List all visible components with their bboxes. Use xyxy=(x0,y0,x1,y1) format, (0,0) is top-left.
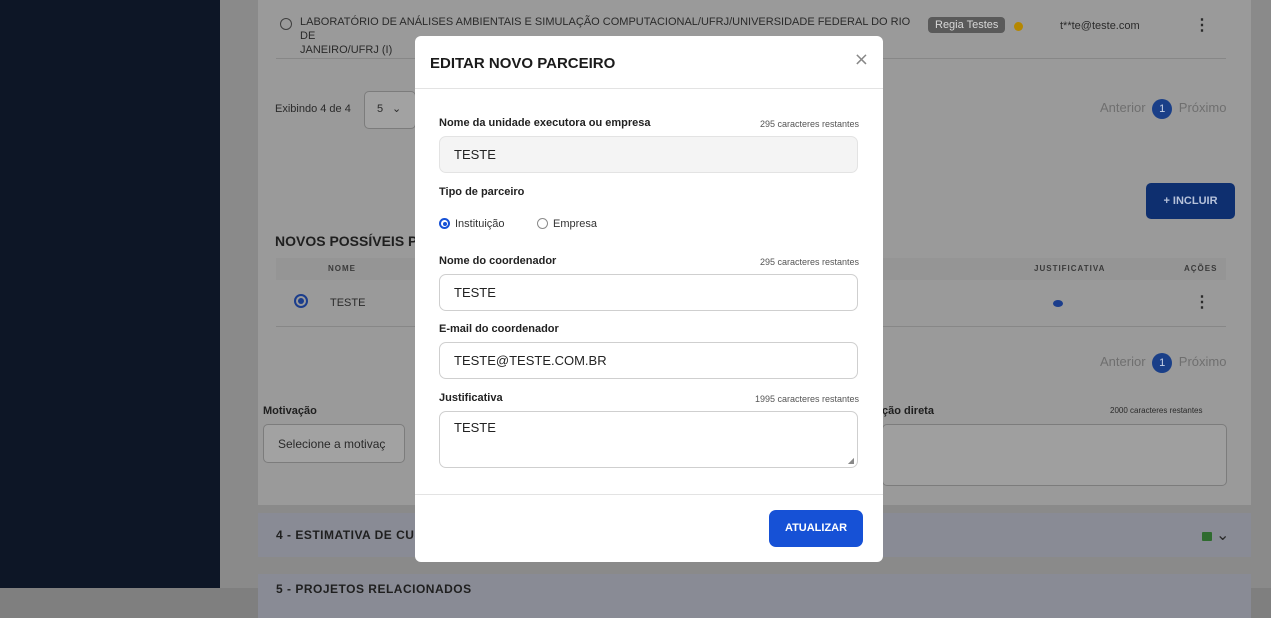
showing-count: Exibindo 4 de 4 xyxy=(275,103,351,115)
row-radio[interactable] xyxy=(294,294,308,308)
accordion-title: 5 - PROJETOS RELACIONADOS xyxy=(276,582,472,596)
resize-handle-icon[interactable]: ◢ xyxy=(848,456,854,465)
accordion-projetos[interactable]: 5 - PROJETOS RELACIONADOS xyxy=(258,574,1251,618)
coordinator-name-field[interactable]: TESTE xyxy=(439,274,858,311)
tipo-option-label: Instituição xyxy=(455,218,505,230)
lock-icon xyxy=(1202,532,1212,541)
pagination-bottom: Anterior 1 Próximo xyxy=(1100,353,1226,373)
chevron-down-icon: ⌄ xyxy=(1216,527,1230,544)
tipo-option-empresa[interactable]: Empresa xyxy=(537,218,597,230)
radio-unselected-icon xyxy=(537,218,548,229)
update-button[interactable]: ATUALIZAR xyxy=(769,510,863,547)
modal-title: EDITAR NOVO PARCEIRO xyxy=(430,55,616,72)
justificativa-label: Justificativa xyxy=(439,392,503,404)
motivacao-label: Motivação xyxy=(263,405,317,417)
coordinator-email-field[interactable]: TESTE@TESTE.COM.BR xyxy=(439,342,858,379)
col-acoes: AÇÕES xyxy=(1184,264,1218,273)
modal-footer-divider xyxy=(415,494,883,495)
row-name: TESTE xyxy=(330,297,366,309)
unit-name-field[interactable]: TESTE xyxy=(439,136,858,173)
unit-counter: 295 caracteres restantes xyxy=(759,119,859,129)
prev-page-link[interactable]: Anterior xyxy=(1100,354,1146,369)
chevron-down-icon: ⌄ xyxy=(392,103,402,115)
page-number[interactable]: 1 xyxy=(1152,99,1173,119)
tipo-option-label: Empresa xyxy=(553,218,598,230)
prev-page-link[interactable]: Anterior xyxy=(1100,100,1146,115)
coordinator-badge: Regia Testes xyxy=(928,17,1006,33)
page-size-select[interactable]: 5 ⌄ xyxy=(364,91,416,129)
motivacao-placeholder: Selecione a motivaç xyxy=(278,437,386,451)
include-button[interactable]: + INCLUIR xyxy=(1146,183,1235,219)
partner-radio[interactable] xyxy=(280,18,292,30)
contratacao-textarea[interactable] xyxy=(882,424,1227,486)
email-label: E-mail do coordenador xyxy=(439,323,559,335)
sidebar xyxy=(0,0,220,588)
justificativa-textarea[interactable]: TESTE ◢ xyxy=(439,411,858,468)
motivacao-select[interactable]: Selecione a motivaç xyxy=(263,424,405,463)
col-justificativa: JUSTIFICATIVA xyxy=(1034,264,1106,273)
justificativa-value: TESTE xyxy=(454,420,496,435)
section-title: NOVOS POSSÍVEIS PA xyxy=(275,233,427,249)
contratacao-label: ção direta xyxy=(882,405,934,417)
col-name: NOME xyxy=(328,264,356,273)
page-size-value: 5 xyxy=(377,103,384,115)
radio-selected-icon xyxy=(439,218,450,229)
warning-icon xyxy=(1014,22,1023,31)
pagination-top: Anterior 1 Próximo xyxy=(1100,99,1226,119)
row-actions-icon[interactable]: ⋮ xyxy=(1194,295,1210,311)
next-page-link[interactable]: Próximo xyxy=(1179,100,1227,115)
partner-email: t**te@teste.com xyxy=(1060,20,1140,32)
edit-partner-modal: EDITAR NOVO PARCEIRO × Nome da unidade e… xyxy=(415,36,883,562)
page-number[interactable]: 1 xyxy=(1152,353,1173,373)
tipo-label: Tipo de parceiro xyxy=(439,186,525,198)
contratacao-counter: 2000 caracteres restantes xyxy=(1110,406,1203,415)
next-page-link[interactable]: Próximo xyxy=(1179,354,1227,369)
accordion-title: 4 - ESTIMATIVA DE CUS xyxy=(276,528,423,542)
unit-label: Nome da unidade executora ou empresa xyxy=(439,117,651,129)
modal-header: EDITAR NOVO PARCEIRO × xyxy=(415,36,883,89)
coordenador-counter: 295 caracteres restantes xyxy=(759,257,859,267)
tipo-option-instituicao[interactable]: Instituição xyxy=(439,218,505,230)
justificativa-counter: 1995 caracteres restantes xyxy=(754,394,859,404)
more-actions-icon[interactable]: ⋮ xyxy=(1194,18,1210,34)
eye-icon[interactable] xyxy=(1053,300,1063,307)
coordenador-label: Nome do coordenador xyxy=(439,255,557,267)
close-icon[interactable]: × xyxy=(854,51,869,69)
